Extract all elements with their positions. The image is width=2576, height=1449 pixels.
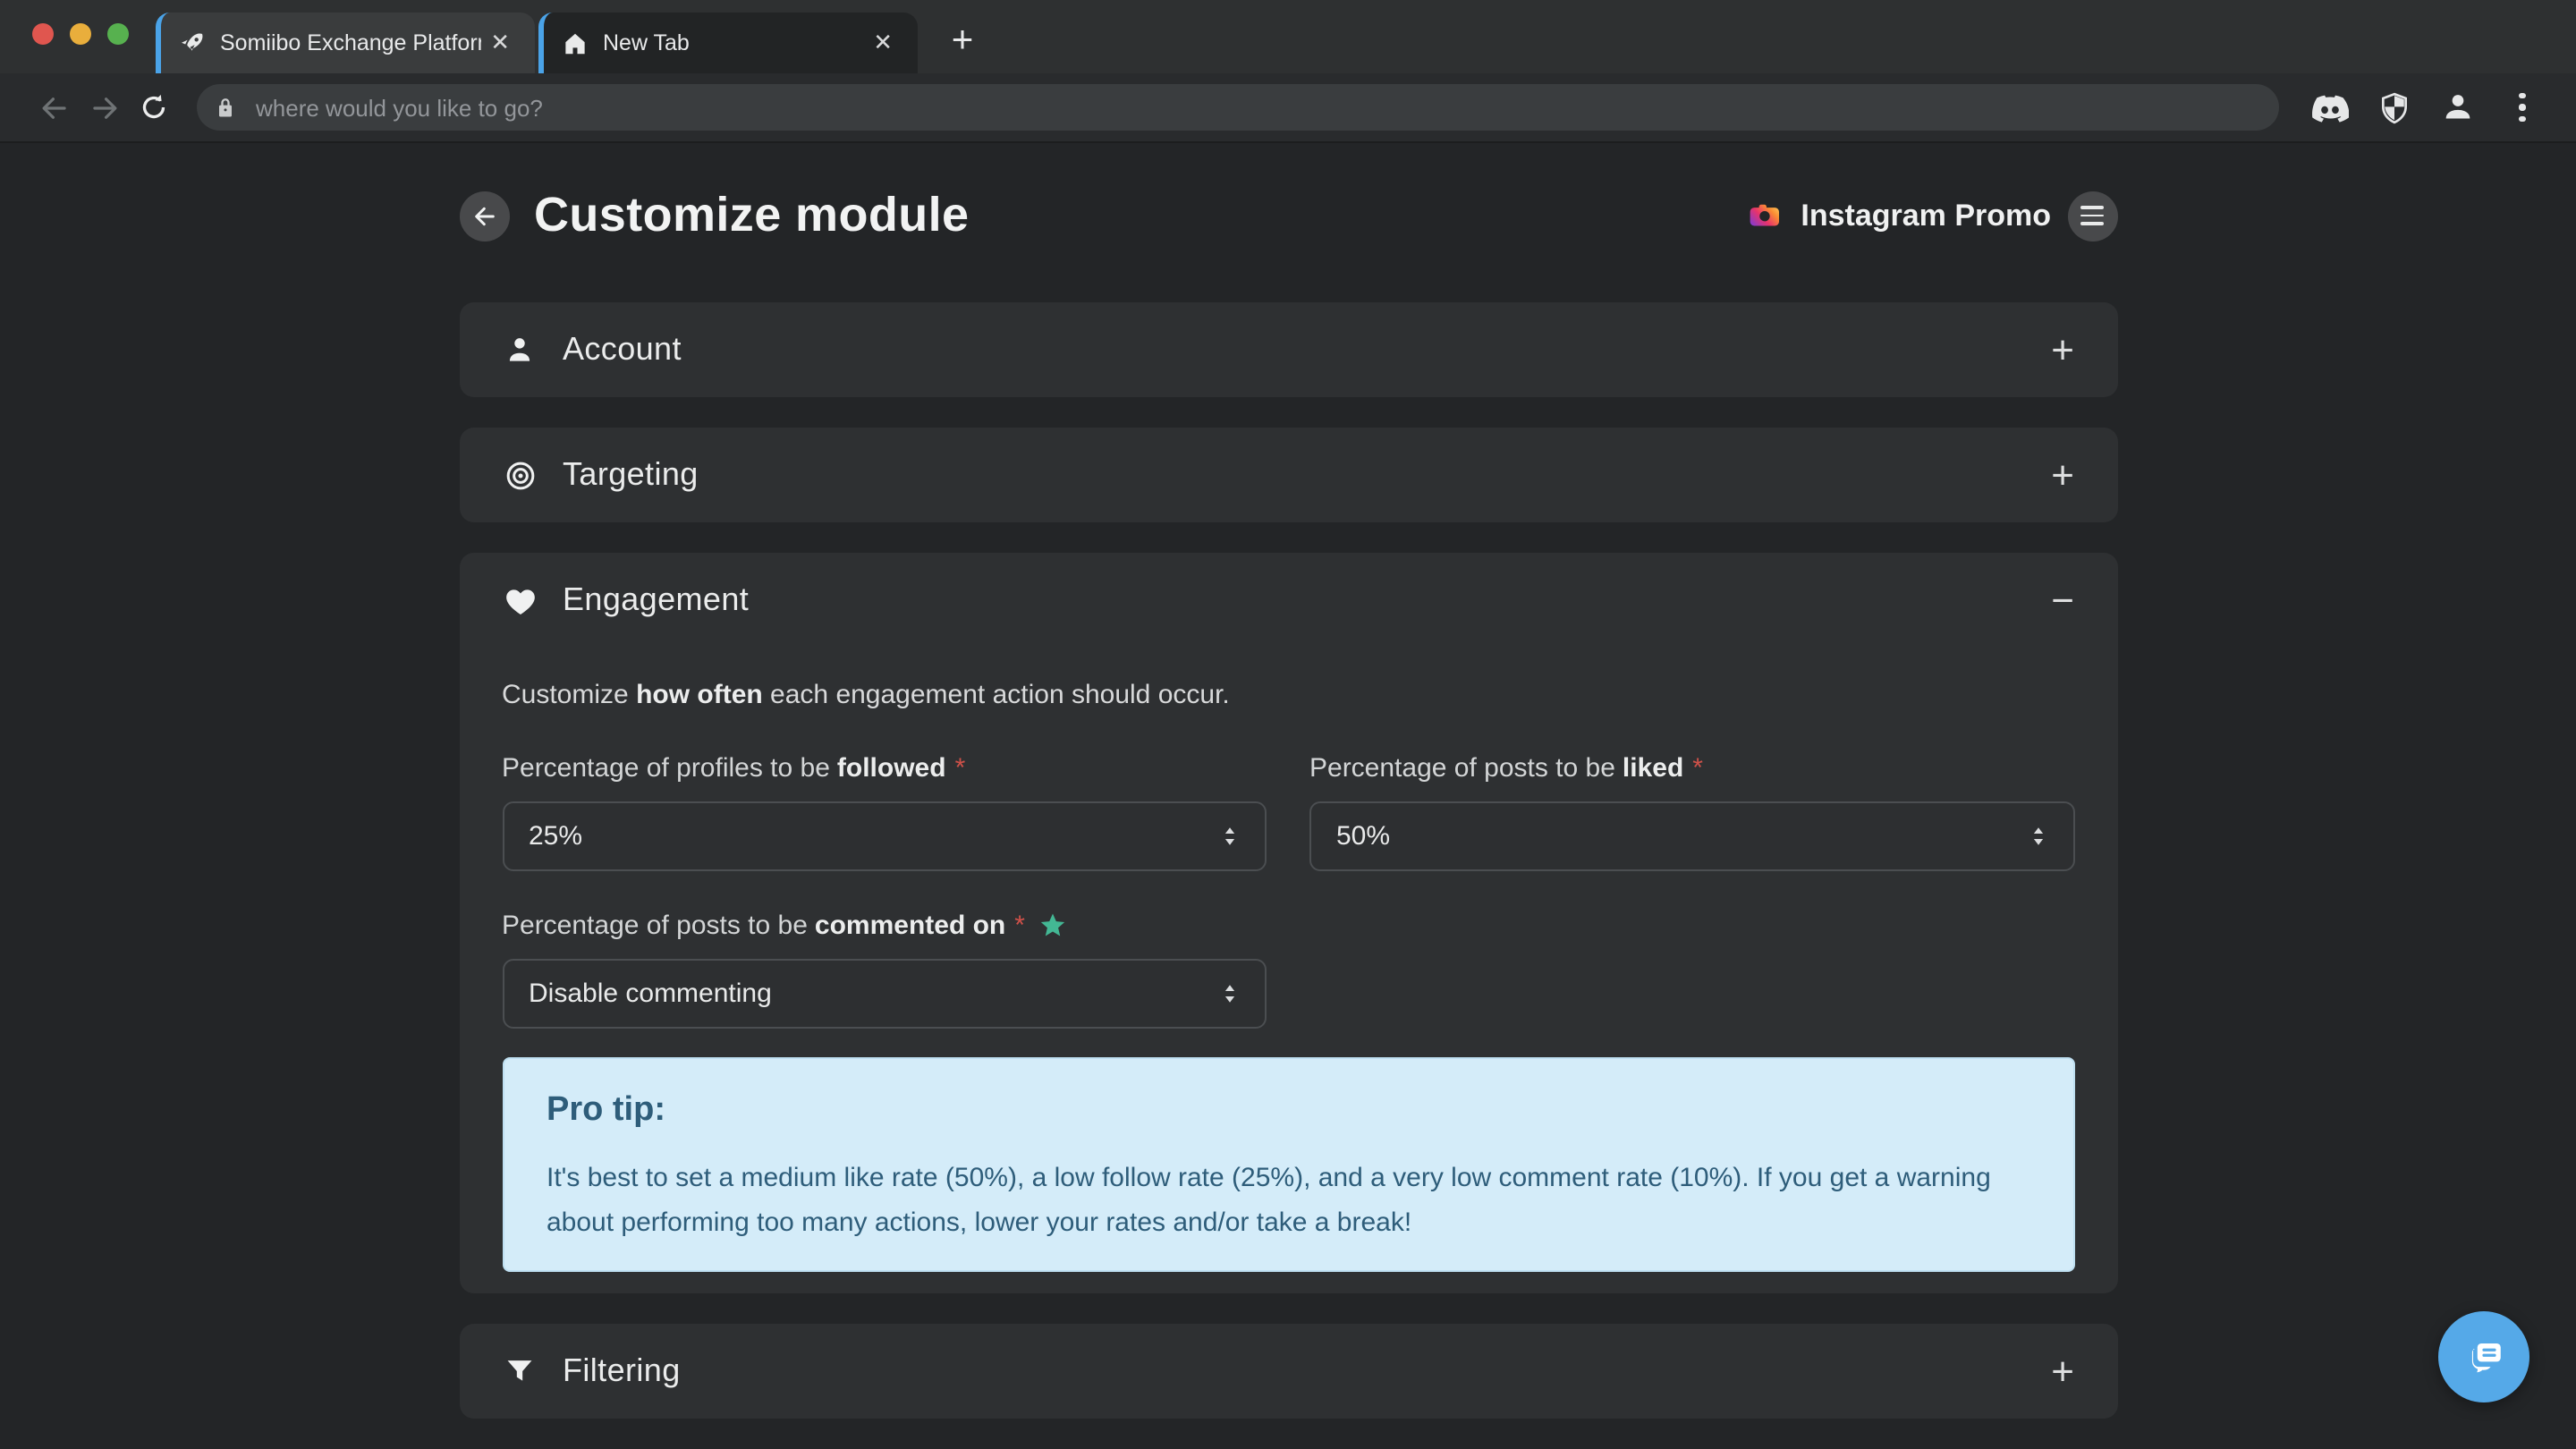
traffic-lights — [32, 23, 129, 45]
kebab-menu-icon — [2520, 93, 2526, 123]
tab-title: Somiibo Exchange Platform — [220, 30, 481, 55]
tab-close-icon[interactable]: ✕ — [481, 25, 519, 61]
required-asterisk: * — [1692, 753, 1703, 784]
tab-strip: Somiibo Exchange Platform ✕ New Tab ✕ + — [156, 13, 989, 73]
home-icon — [562, 30, 589, 56]
maximize-window-button[interactable] — [107, 23, 129, 45]
heart-icon — [502, 582, 538, 618]
lock-icon — [213, 95, 238, 120]
comment-rate-select[interactable]: Disable commenting — [502, 959, 1267, 1029]
select-arrows-icon — [1216, 823, 1243, 850]
new-tab-button[interactable]: + — [936, 14, 989, 68]
forward-button[interactable] — [79, 82, 129, 132]
profile-button[interactable] — [2433, 82, 2483, 132]
expand-icon[interactable]: + — [2051, 330, 2074, 369]
section-targeting: Targeting + — [459, 428, 2117, 522]
tab-somiibo-exchange[interactable]: Somiibo Exchange Platform ✕ — [156, 13, 535, 73]
chat-support-button[interactable] — [2438, 1311, 2529, 1402]
section-account: Account + — [459, 302, 2117, 397]
hamburger-icon — [2080, 207, 2104, 210]
section-label: Engagement — [563, 581, 749, 619]
section-engagement-header[interactable]: Engagement − — [459, 553, 2117, 648]
module-menu-button[interactable] — [2067, 191, 2117, 241]
select-arrows-icon — [2024, 823, 2051, 850]
like-rate-field: Percentage of posts to beliked* 50% — [1309, 753, 2074, 871]
section-label: Targeting — [563, 456, 699, 494]
shield-button[interactable] — [2368, 82, 2419, 132]
user-icon — [502, 332, 538, 368]
titlebar: Somiibo Exchange Platform ✕ New Tab ✕ + — [0, 0, 2576, 73]
page-content: Customize module Instagram Promo Account — [0, 143, 2576, 1449]
expand-icon[interactable]: + — [2051, 1352, 2074, 1391]
reload-button[interactable] — [129, 82, 179, 132]
chat-bubbles-icon — [2461, 1334, 2507, 1380]
module-name: Instagram Promo — [1801, 198, 2051, 233]
browser-window: Somiibo Exchange Platform ✕ New Tab ✕ + — [0, 0, 2576, 1449]
kebab-menu-button[interactable] — [2497, 82, 2547, 132]
follow-rate-field: Percentage of profiles to befollowed* 25… — [502, 753, 1267, 871]
section-filtering: Filtering + — [459, 1324, 2117, 1419]
premium-star-icon — [1038, 911, 1068, 941]
tab-title: New Tab — [603, 30, 864, 55]
like-rate-label: Percentage of posts to beliked* — [1309, 753, 2074, 784]
url-input[interactable] — [252, 92, 2268, 123]
section-engagement: Engagement − Customize how often each en… — [459, 553, 2117, 1293]
pro-tip-callout: Pro tip: It's best to set a medium like … — [502, 1057, 2074, 1272]
back-button[interactable] — [29, 82, 79, 132]
engagement-body: Customize how often each engagement acti… — [459, 648, 2117, 1293]
select-arrows-icon — [1216, 980, 1243, 1007]
page-header: Customize module Instagram Promo — [459, 188, 2117, 243]
collapse-icon[interactable]: − — [2051, 580, 2074, 620]
target-icon — [502, 457, 538, 493]
comment-rate-label: Percentage of posts to becommented on* — [502, 911, 1267, 941]
engagement-intro: Customize how often each engagement acti… — [502, 680, 2074, 710]
tab-new-tab[interactable]: New Tab ✕ — [538, 13, 918, 73]
minimize-window-button[interactable] — [70, 23, 91, 45]
section-label: Filtering — [563, 1352, 681, 1390]
back-circle-button[interactable] — [459, 191, 509, 241]
section-account-header[interactable]: Account + — [459, 302, 2117, 397]
funnel-icon — [502, 1353, 538, 1389]
like-rate-select[interactable]: 50% — [1309, 801, 2074, 871]
required-asterisk: * — [1014, 911, 1025, 941]
page-title: Customize module — [534, 188, 969, 243]
instagram-icon — [1747, 197, 1784, 234]
discord-button[interactable] — [2304, 82, 2354, 132]
follow-rate-label: Percentage of profiles to befollowed* — [502, 753, 1267, 784]
follow-rate-select[interactable]: 25% — [502, 801, 1267, 871]
close-window-button[interactable] — [32, 23, 54, 45]
pro-tip-body: It's best to set a medium like rate (50%… — [547, 1156, 2029, 1245]
rocket-icon — [179, 30, 206, 56]
pro-tip-title: Pro tip: — [547, 1091, 2029, 1131]
expand-icon[interactable]: + — [2051, 455, 2074, 495]
url-bar[interactable] — [197, 84, 2279, 131]
section-targeting-header[interactable]: Targeting + — [459, 428, 2117, 522]
required-asterisk: * — [955, 753, 966, 784]
section-filtering-header[interactable]: Filtering + — [459, 1324, 2117, 1419]
navbar-actions — [2304, 82, 2547, 132]
comment-rate-field: Percentage of posts to becommented on* D… — [502, 911, 1267, 1029]
section-label: Account — [563, 331, 682, 369]
tab-close-icon[interactable]: ✕ — [864, 25, 902, 61]
navigation-bar — [0, 73, 2576, 143]
